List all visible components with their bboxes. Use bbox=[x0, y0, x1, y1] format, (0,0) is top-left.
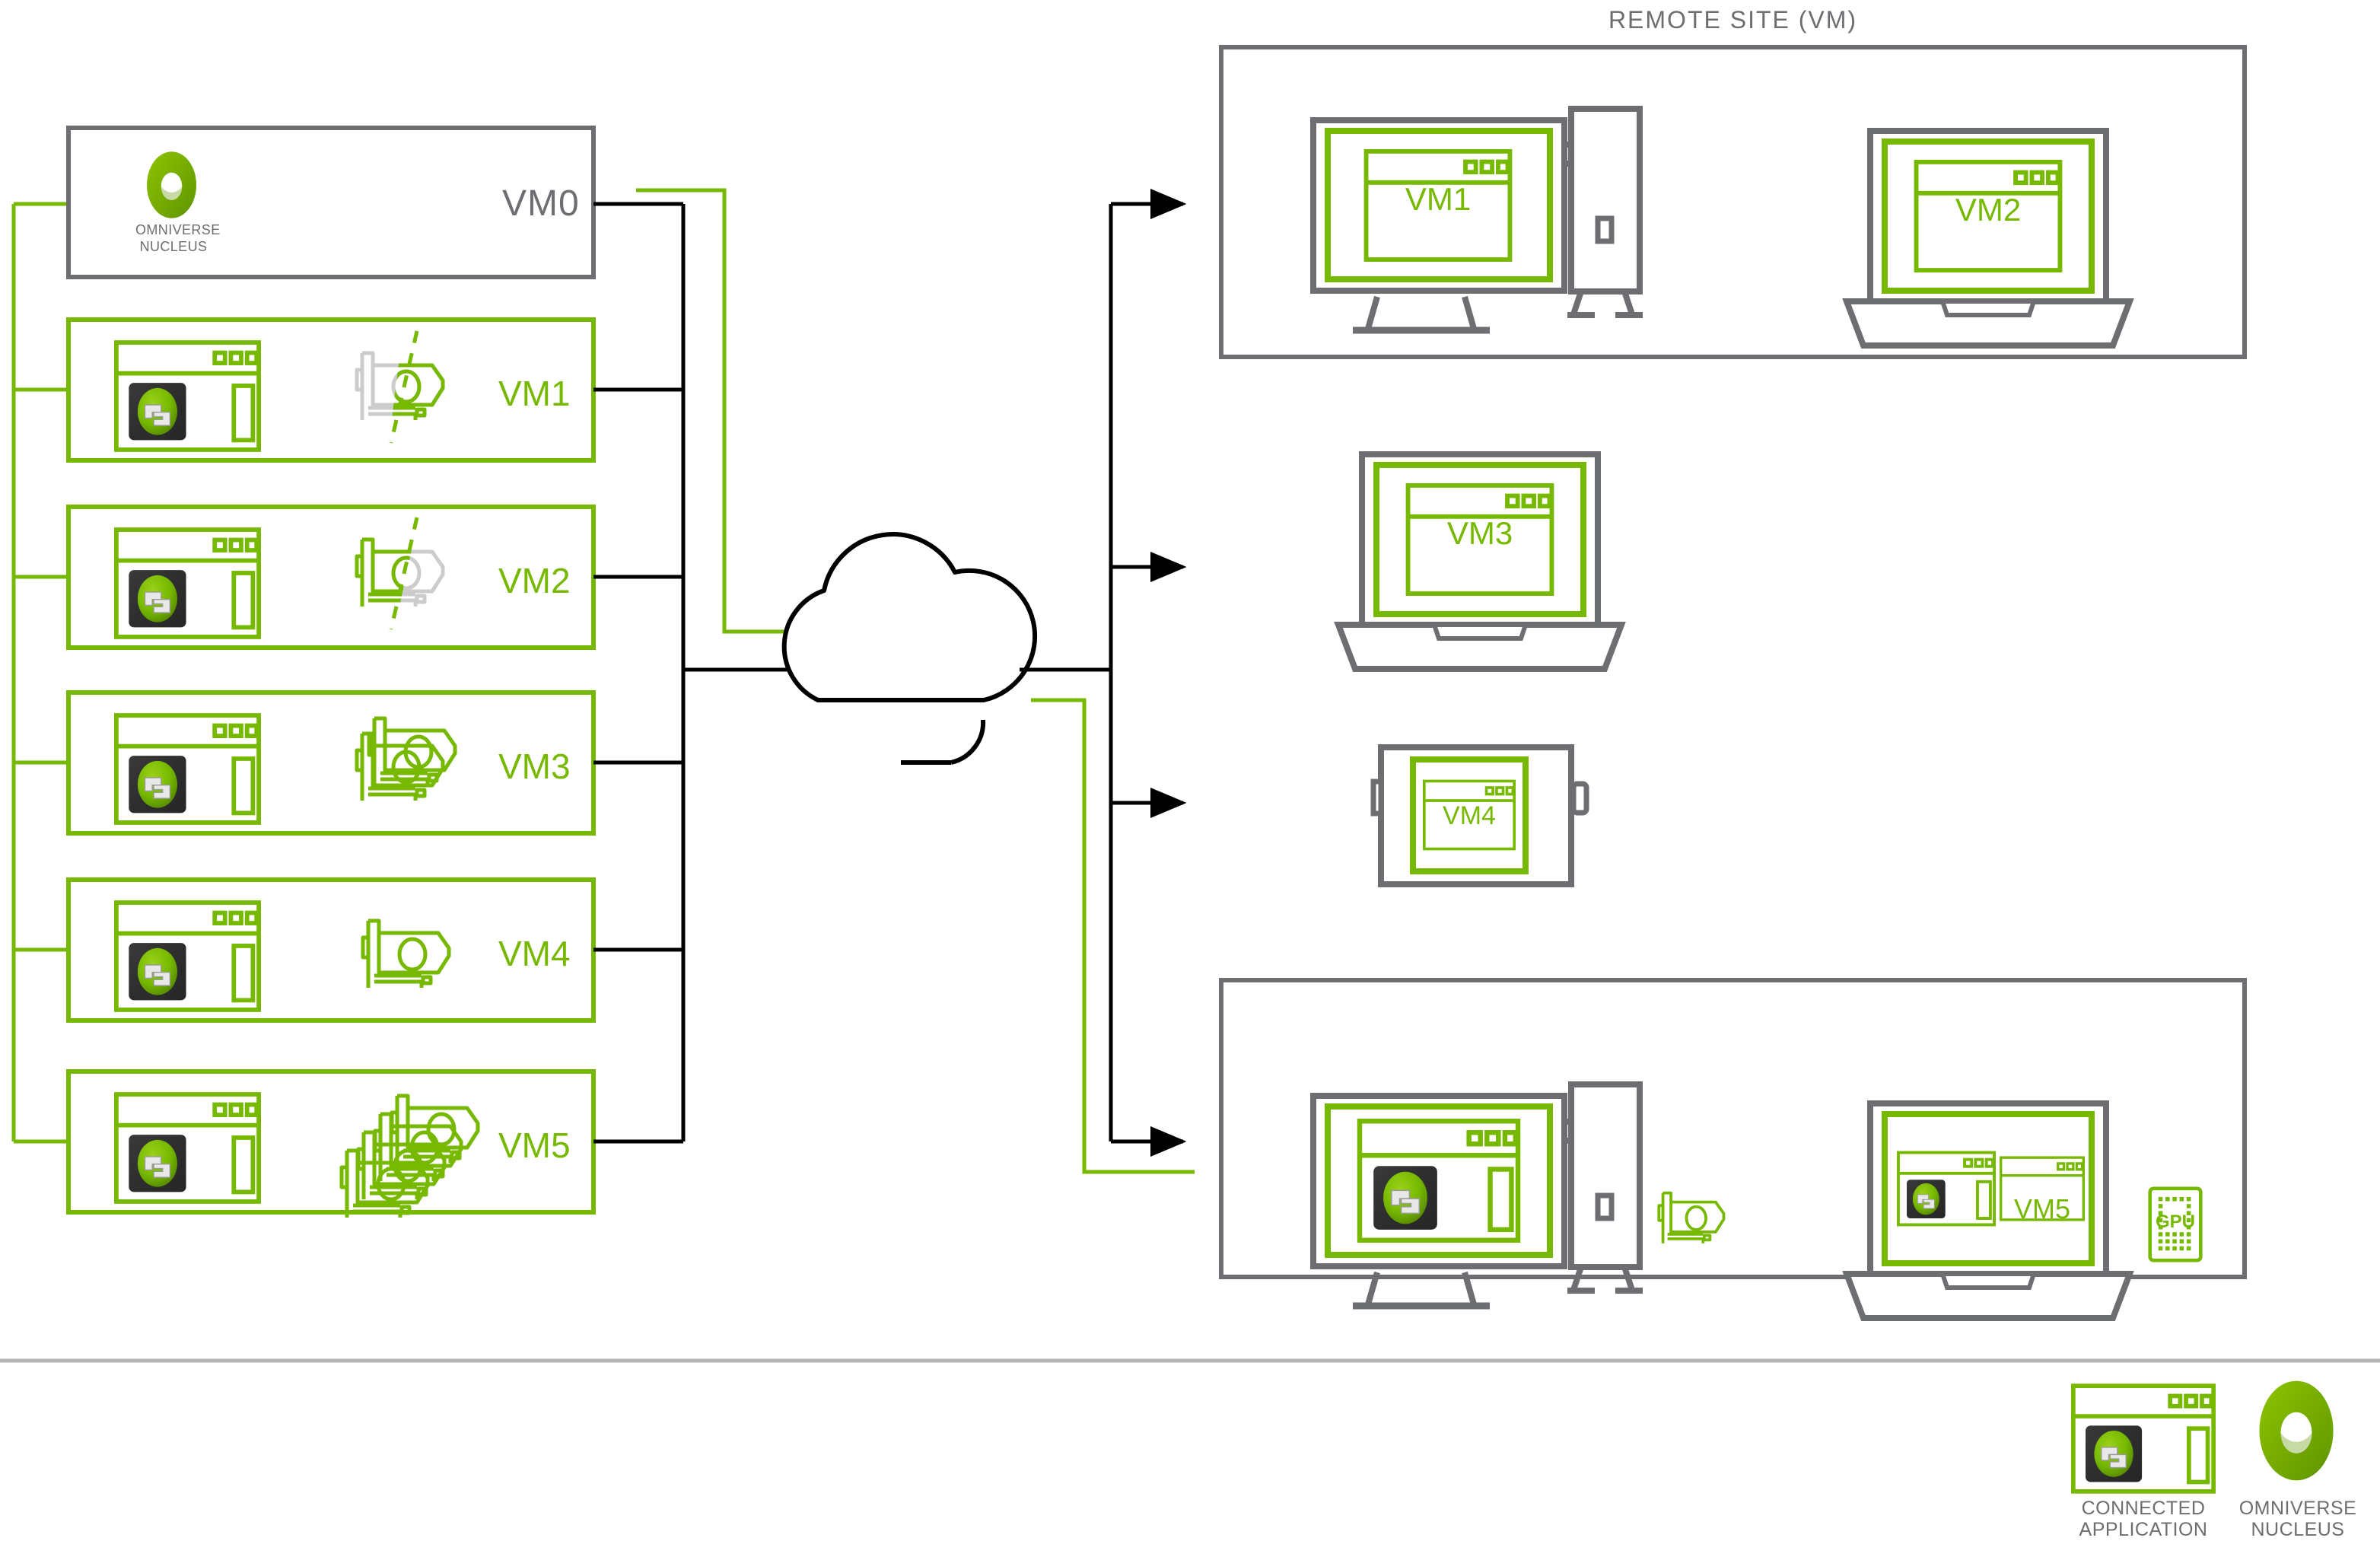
nucleus-link-to-cloud bbox=[636, 188, 818, 634]
diagram-svg bbox=[0, 45, 2380, 1526]
vm1-row-label: VM1 bbox=[498, 374, 571, 413]
remote-laptop-vm5[interactable] bbox=[1842, 1100, 2134, 1321]
session-link-bus-right bbox=[1020, 189, 1187, 1157]
legend-item-1-line2: NUCLEUS bbox=[2251, 1519, 2345, 1540]
gpu-chip-label: GPU bbox=[2155, 1211, 2195, 1232]
diagram-canvas: VM0 OMNIVERSE NUCLEUS VM1 VM2 VM3 VM4 VM… bbox=[0, 0, 2380, 1540]
vm0-nucleus-caption-line1: OMNIVERSE bbox=[135, 222, 221, 237]
remote-vm5-label: VM5 bbox=[2013, 1193, 2071, 1224]
legend-connected-application-icon bbox=[2073, 1386, 2213, 1492]
connected-application-icon bbox=[116, 342, 259, 450]
vm4-row-label: VM4 bbox=[498, 934, 571, 973]
remote-vm3-label: VM3 bbox=[1446, 515, 1513, 551]
remote-laptop-vm2[interactable] bbox=[1842, 128, 2134, 349]
connected-application-icon bbox=[116, 715, 259, 823]
vm0-label: VM0 bbox=[502, 183, 580, 224]
connected-application-icon bbox=[116, 1094, 259, 1202]
remote-vm4-label: VM4 bbox=[1443, 801, 1496, 830]
connected-application-icon bbox=[1360, 1121, 1518, 1240]
vm5-row-label: VM5 bbox=[498, 1126, 571, 1165]
vm0-nucleus-caption-line2: NUCLEUS bbox=[139, 239, 208, 254]
remote-site-heading: REMOTE SITE (VM) bbox=[1608, 6, 1858, 33]
legend-item-0-line2: APPLICATION bbox=[2079, 1519, 2208, 1540]
connected-application-icon bbox=[116, 903, 259, 1010]
remote-vm1-label: VM1 bbox=[1405, 181, 1472, 217]
vm3-row-label: VM3 bbox=[498, 747, 571, 786]
connected-application-icon bbox=[1898, 1153, 1994, 1225]
legend-item-1-line1: OMNIVERSE bbox=[2238, 1498, 2357, 1519]
session-link-bus-left bbox=[593, 202, 810, 1144]
remote-laptop-vm3[interactable] bbox=[1334, 451, 1626, 672]
omniverse-nucleus-logo bbox=[147, 151, 196, 218]
legend-item-0-line1: CONNECTED bbox=[2081, 1498, 2206, 1519]
connected-application-icon bbox=[116, 530, 259, 637]
remote-vm2-label: VM2 bbox=[1955, 192, 2022, 228]
vm2-row-label: VM2 bbox=[498, 561, 571, 600]
cloud-icon bbox=[781, 532, 1038, 765]
legend-omniverse-nucleus-logo bbox=[2259, 1380, 2334, 1481]
